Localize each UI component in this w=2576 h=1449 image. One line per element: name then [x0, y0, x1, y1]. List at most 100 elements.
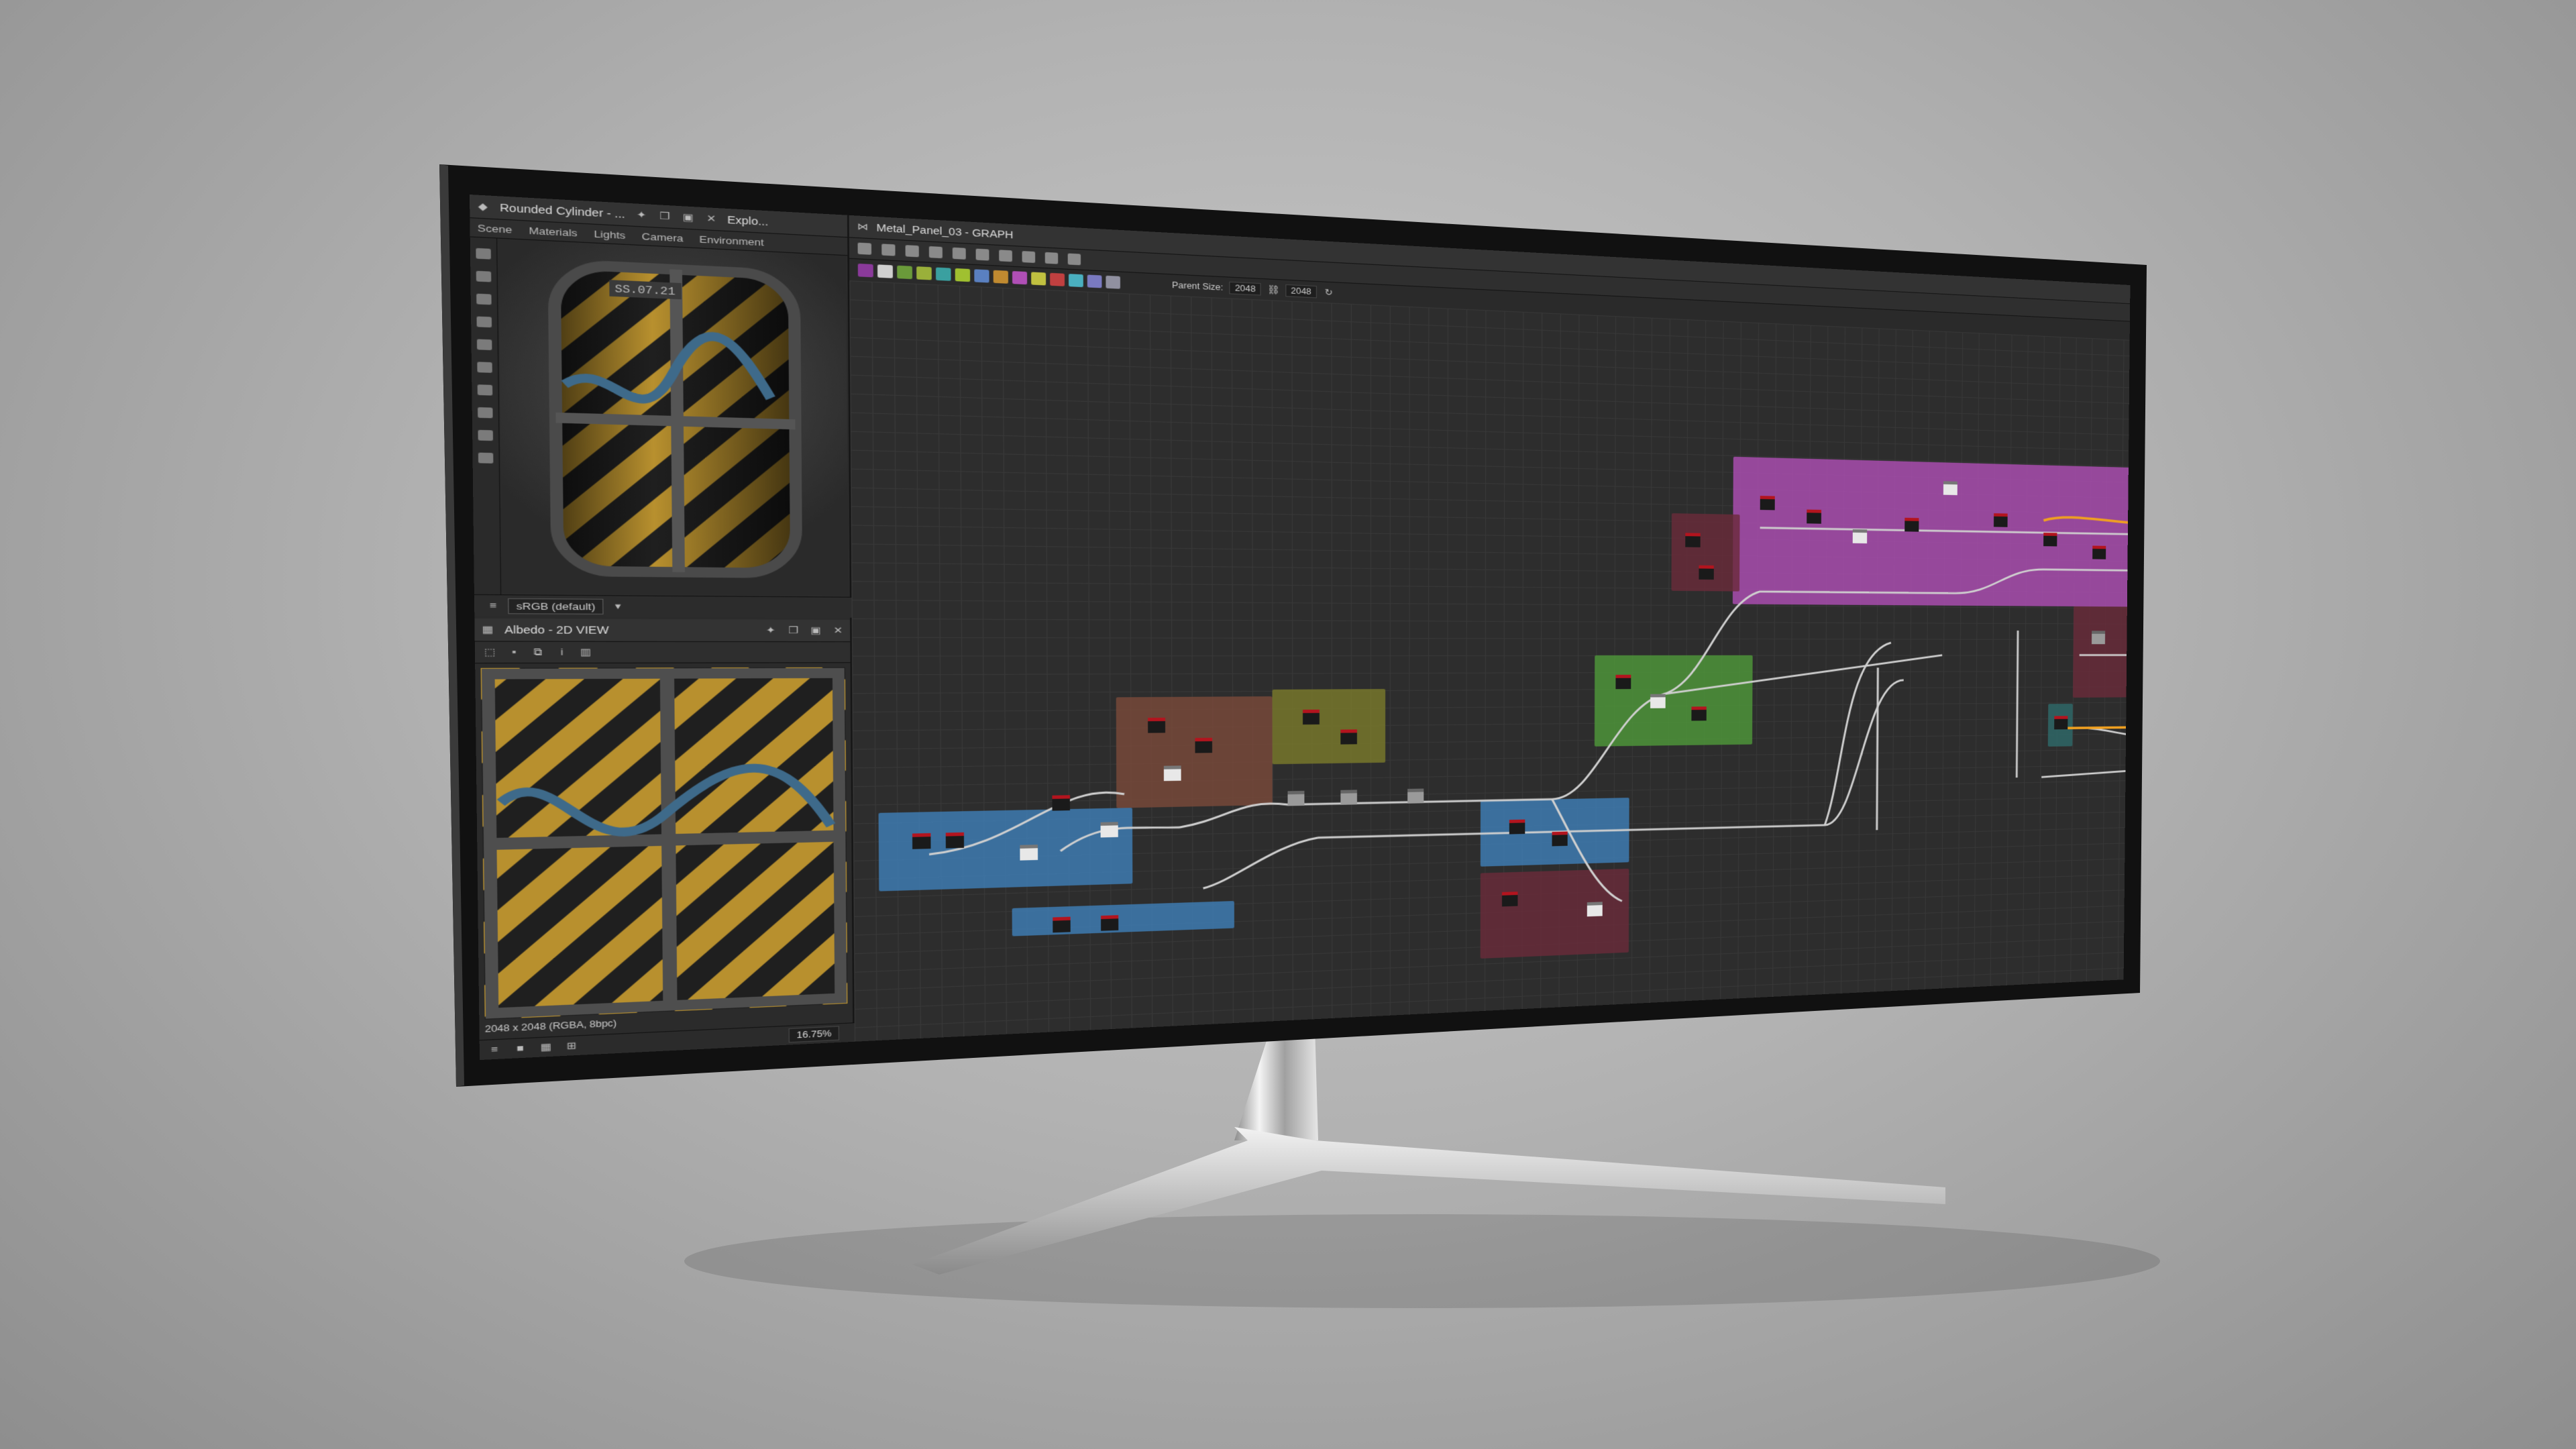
graph-node[interactable] [1993, 513, 2008, 527]
save-icon[interactable]: ▪ [506, 646, 521, 658]
graph-node[interactable] [2091, 631, 2106, 645]
select-icon[interactable] [857, 242, 872, 255]
graph-node[interactable] [1501, 892, 1518, 907]
maximize-icon[interactable]: ▣ [681, 211, 695, 224]
refresh-icon[interactable]: ↻ [1323, 287, 1335, 299]
pan-icon[interactable] [881, 244, 896, 256]
graph-node[interactable] [1148, 717, 1166, 733]
layout-icon[interactable] [999, 250, 1012, 262]
tab-scene[interactable]: Scene [478, 222, 513, 235]
atom-node-button[interactable] [916, 266, 932, 280]
zoom-field[interactable]: 16.75% [788, 1026, 840, 1043]
snapshot-icon[interactable] [905, 245, 919, 258]
maximize-icon[interactable]: ▣ [809, 625, 823, 636]
graph-node[interactable] [2043, 533, 2057, 547]
atom-node-button[interactable] [1031, 272, 1046, 286]
close-icon[interactable]: ✕ [831, 625, 845, 636]
layers-icon[interactable]: ≡ [487, 1043, 502, 1056]
grid-icon[interactable] [476, 339, 492, 351]
chevron-down-icon[interactable]: ▾ [610, 600, 625, 612]
graph-node[interactable] [1100, 822, 1118, 838]
atom-node-button[interactable] [857, 263, 873, 278]
graph-node[interactable] [1163, 765, 1181, 782]
restore-icon[interactable]: ❐ [657, 210, 672, 223]
graph-node[interactable] [945, 832, 965, 849]
export-icon[interactable]: ⬚ [482, 646, 497, 658]
graph-node[interactable] [1052, 795, 1071, 811]
grid-icon[interactable] [1022, 251, 1036, 263]
tab-lights[interactable]: Lights [594, 228, 625, 241]
atom-node-button[interactable] [1050, 272, 1065, 286]
graph-node[interactable] [1407, 788, 1424, 804]
histogram-icon[interactable]: ▥ [578, 646, 593, 658]
eye-icon[interactable] [478, 429, 493, 441]
graph-node[interactable] [1020, 845, 1038, 861]
layers-icon[interactable]: ≡ [486, 600, 500, 612]
atom-node-button[interactable] [1087, 274, 1102, 288]
graph-node[interactable] [1101, 915, 1119, 931]
graph-node[interactable] [1287, 790, 1305, 806]
search-icon[interactable] [952, 247, 966, 260]
atom-node-button[interactable] [877, 264, 893, 278]
light-icon[interactable] [476, 270, 492, 282]
atom-node-button[interactable] [993, 270, 1008, 284]
graph-node[interactable] [1195, 737, 1213, 753]
size-field[interactable]: 2048 [1285, 284, 1317, 299]
graph-node[interactable] [1904, 517, 1919, 532]
graph-node[interactable] [2054, 716, 2068, 730]
histogram-icon[interactable] [478, 452, 494, 464]
scene-tab[interactable]: Rounded Cylinder - ... [500, 201, 625, 220]
parent-size-field[interactable]: 2048 [1229, 281, 1261, 296]
graph-node[interactable] [1691, 706, 1707, 721]
graph-node[interactable] [1340, 790, 1357, 805]
graph-node[interactable] [1699, 565, 1714, 580]
graph-node[interactable] [1615, 674, 1631, 690]
tab-materials[interactable]: Materials [529, 225, 578, 239]
graph-node[interactable] [1587, 902, 1603, 917]
hexagon-icon[interactable] [477, 384, 493, 396]
restore-icon[interactable]: ❐ [786, 625, 800, 636]
atom-node-button[interactable] [955, 268, 971, 282]
graph-node[interactable] [1807, 509, 1821, 524]
graph-node[interactable] [1509, 819, 1525, 835]
close-icon[interactable]: ✕ [704, 213, 718, 225]
frame-icon[interactable] [1067, 253, 1081, 266]
graph-node[interactable] [1340, 729, 1357, 745]
info-icon[interactable]: i [555, 646, 570, 658]
tab-camera[interactable]: Camera [642, 230, 684, 244]
graph-node[interactable] [1650, 694, 1666, 708]
link-icon[interactable]: ⛓ [1267, 284, 1280, 296]
settings-icon[interactable] [476, 316, 492, 328]
align-icon[interactable] [975, 248, 989, 261]
copy-icon[interactable]: ⧉ [531, 646, 545, 658]
atom-node-button[interactable] [897, 265, 912, 280]
info-icon[interactable] [928, 246, 943, 259]
colorspace-select[interactable]: sRGB (default) [508, 598, 604, 614]
atom-node-button[interactable] [935, 267, 951, 281]
graph-node[interactable] [1552, 831, 1568, 847]
pin-icon[interactable]: ✦ [634, 209, 649, 221]
render-icon[interactable] [476, 293, 492, 305]
graph-canvas[interactable] [849, 280, 2131, 1042]
atom-node-button[interactable] [1069, 274, 1083, 288]
atom-node-button[interactable] [1012, 271, 1028, 285]
graph-node[interactable] [2092, 545, 2106, 559]
graph-node[interactable] [1685, 533, 1701, 547]
atom-node-button[interactable] [974, 269, 989, 283]
camera-icon[interactable] [476, 248, 491, 260]
graph-node[interactable] [1053, 916, 1071, 933]
graph-node[interactable] [1852, 529, 1868, 544]
channel-icon[interactable]: ■ [513, 1042, 527, 1055]
link-icon[interactable] [1044, 252, 1059, 264]
explorer-tab[interactable]: Explo... [727, 214, 768, 228]
graph-node[interactable] [912, 833, 931, 849]
albedo-texture[interactable] [481, 667, 848, 1020]
pin-icon[interactable]: ✦ [763, 625, 777, 636]
3d-viewport[interactable]: SS.07.21 [498, 239, 849, 596]
grid-icon[interactable]: ▦ [539, 1041, 553, 1054]
axis-icon[interactable] [477, 362, 492, 373]
tile-icon[interactable]: ⊞ [564, 1040, 579, 1053]
graph-node[interactable] [1943, 481, 1957, 496]
box-icon[interactable] [478, 407, 493, 419]
graph-node[interactable] [1760, 496, 1775, 511]
